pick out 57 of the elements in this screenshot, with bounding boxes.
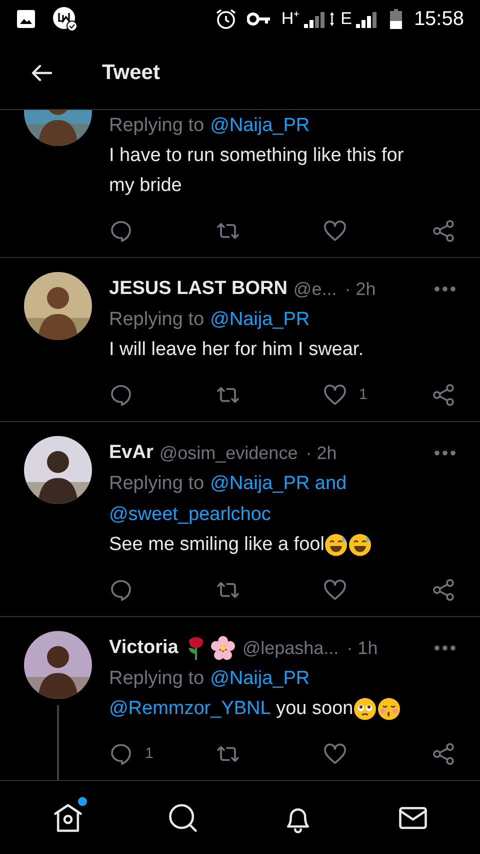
reply-icon[interactable] <box>109 219 133 243</box>
battery-icon <box>390 8 402 28</box>
mention-link[interactable]: @Naija_PR and <box>210 468 347 499</box>
gallery-icon <box>16 8 36 28</box>
tweet-text: I will leave her for him I swear. <box>109 338 364 362</box>
heart-icon[interactable] <box>323 742 347 766</box>
tweet-text: you soon <box>275 697 354 721</box>
user-name[interactable]: JESUS LAST BORN <box>109 274 288 304</box>
replying-to-label: Replying to <box>109 308 204 332</box>
emoji-icon <box>324 533 348 557</box>
emoji-icon <box>353 697 378 721</box>
replying-to-label: Replying to <box>109 472 204 496</box>
signal-icon <box>356 10 378 28</box>
heart-icon[interactable] <box>323 578 347 602</box>
emoji-icon <box>348 533 372 557</box>
user-name[interactable]: EvAr <box>109 438 154 468</box>
mention-link[interactable]: @Naija_PR <box>210 110 310 141</box>
clock-time: 15:58 <box>414 6 464 32</box>
app-badge-icon <box>52 6 78 32</box>
mention-link[interactable]: @Naija_PR <box>210 304 310 335</box>
signal-icon <box>304 10 326 28</box>
like-count: 1 <box>359 384 368 405</box>
heart-icon[interactable] <box>323 383 347 407</box>
share-icon[interactable] <box>432 383 456 407</box>
more-icon[interactable] <box>434 645 456 651</box>
replying-to-label: Replying to <box>109 114 204 138</box>
mention-link[interactable]: @sweet_pearlchoc <box>109 499 271 530</box>
share-icon[interactable] <box>432 219 456 243</box>
tweet-text: See me smiling like a fool <box>109 533 324 557</box>
emoji-icon <box>377 697 402 721</box>
share-icon[interactable] <box>432 578 456 602</box>
key-icon <box>247 12 272 26</box>
alarm-icon <box>215 8 238 30</box>
user-handle[interactable]: @e... <box>293 276 337 302</box>
network-type: E <box>340 8 352 30</box>
reply-icon[interactable] <box>109 578 133 602</box>
heart-icon[interactable] <box>323 219 347 243</box>
tweet-time: · 2h <box>306 442 337 464</box>
mention-link[interactable]: @Remmzor_YBNL <box>109 694 271 724</box>
tweet-time: · 1h <box>346 636 378 660</box>
mention-link[interactable]: @Naija_PR <box>210 663 310 694</box>
tweet-time: · 2h <box>344 278 376 300</box>
user-handle[interactable]: @osim_evidence <box>159 440 298 466</box>
tweet-text: I have to run something like this for my bride <box>109 144 405 198</box>
reply-icon[interactable] <box>109 742 133 766</box>
reply-icon[interactable] <box>109 383 133 407</box>
more-icon[interactable] <box>434 286 456 292</box>
replying-to-label: Replying to <box>109 667 204 691</box>
user-handle[interactable]: @lepasha... <box>242 634 339 662</box>
user-name[interactable]: Victoria <box>109 634 178 662</box>
network-type: H⁺ <box>281 8 300 30</box>
blossom-icon <box>210 635 236 661</box>
reply-count: 1 <box>145 744 154 764</box>
share-icon[interactable] <box>432 742 456 766</box>
more-icon[interactable] <box>434 450 456 456</box>
page-title: Tweet <box>102 60 160 86</box>
data-arrows-icon <box>328 10 335 26</box>
